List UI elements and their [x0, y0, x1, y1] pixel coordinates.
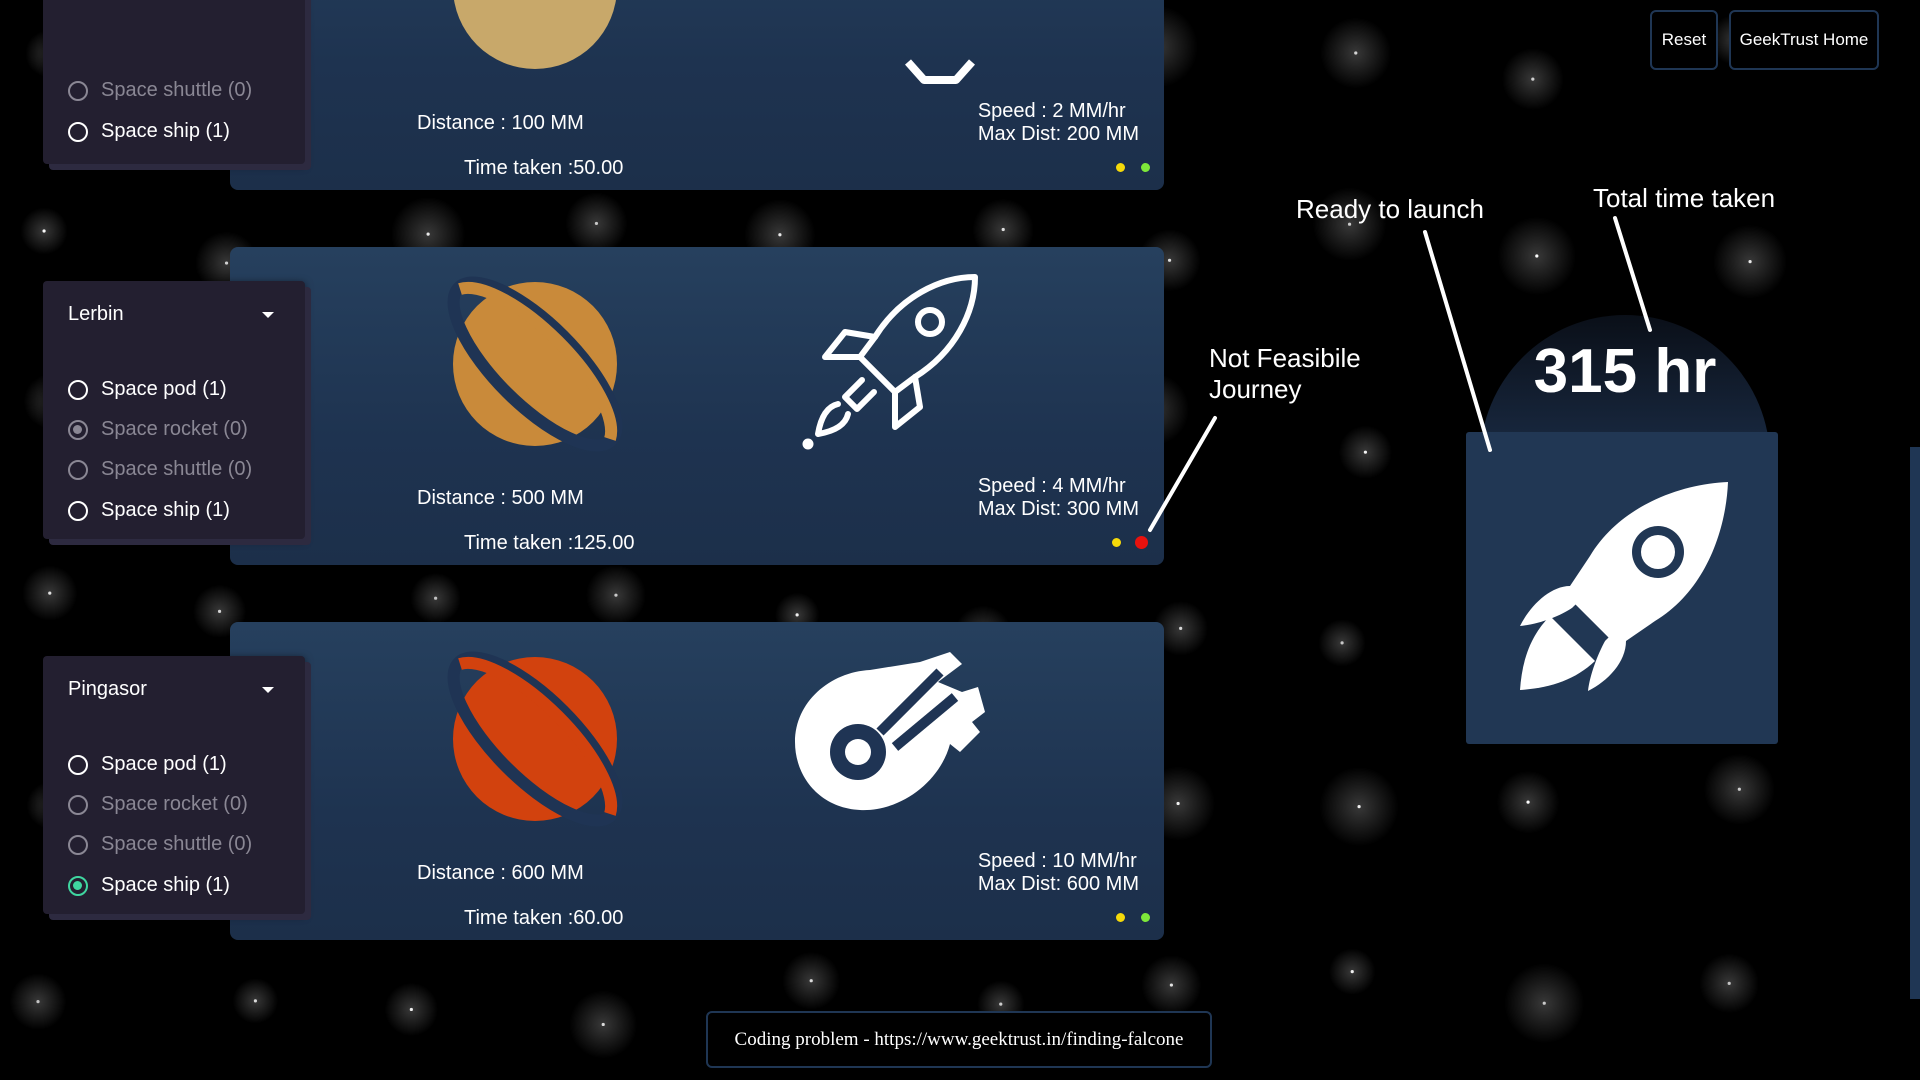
pointer-not-feasible	[1148, 416, 1217, 532]
reset-button[interactable]: Reset	[1650, 10, 1718, 70]
scrollbar-thumb[interactable]	[1910, 447, 1920, 999]
pointer-ready	[1423, 230, 1492, 452]
pointer-total	[1613, 216, 1652, 332]
geektrust-home-button[interactable]: GeekTrust Home	[1729, 10, 1879, 70]
annotation-pointers	[1148, 216, 1652, 532]
coding-problem-link[interactable]: Coding problem - https://www.geektrust.i…	[706, 1011, 1212, 1068]
